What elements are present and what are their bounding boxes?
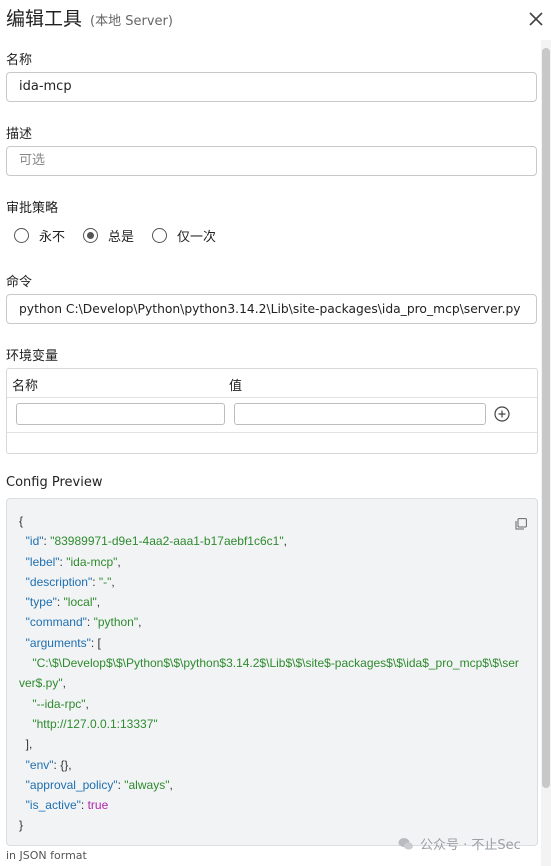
- json-format-note: in JSON format: [6, 849, 87, 862]
- name-label: 名称: [6, 53, 33, 68]
- watermark: 公众号 · 不止Sec: [398, 834, 521, 853]
- env-vars-header: 名称 值: [7, 369, 537, 397]
- wechat-icon: [398, 837, 413, 850]
- env-vars-row: [7, 397, 537, 433]
- radio-once[interactable]: 仅一次: [152, 226, 216, 245]
- radio-never-label: 永不: [39, 230, 66, 245]
- env-value-input[interactable]: [234, 403, 486, 425]
- dialog-header: 编辑工具 (本地 Server): [6, 4, 173, 38]
- env-col-name: 名称: [12, 379, 39, 394]
- watermark-text: 公众号 · 不止Sec: [420, 838, 521, 853]
- dialog-title: 编辑工具: [6, 8, 83, 30]
- plus-circle-icon: [494, 406, 510, 422]
- env-vars-label: 环境变量: [6, 349, 59, 364]
- radio-never[interactable]: 永不: [14, 226, 65, 245]
- radio-always[interactable]: 总是: [83, 226, 134, 245]
- radio-never-circle[interactable]: [14, 228, 29, 243]
- radio-once-circle[interactable]: [152, 228, 168, 243]
- name-input[interactable]: ida-mcp: [6, 72, 537, 102]
- approval-policy-group: 永不 总是 仅一次: [14, 226, 234, 245]
- env-col-value: 值: [229, 379, 243, 394]
- config-preview-label: Config Preview: [6, 475, 103, 490]
- env-name-input[interactable]: [16, 403, 225, 425]
- approval-policy-label: 审批策略: [6, 201, 59, 216]
- description-label: 描述: [6, 127, 33, 142]
- command-input[interactable]: python C:\Develop\Python\python3.14.2\Li…: [6, 294, 537, 324]
- command-label: 命令: [6, 275, 33, 290]
- radio-always-label: 总是: [108, 230, 135, 245]
- radio-once-label: 仅一次: [177, 230, 217, 245]
- add-env-button[interactable]: [494, 406, 510, 422]
- close-button[interactable]: [527, 10, 545, 28]
- scrollbar-thumb[interactable]: [542, 48, 550, 788]
- dialog-subtitle: (本地 Server): [90, 14, 173, 29]
- description-input[interactable]: 可选: [6, 146, 537, 176]
- config-json-code: { "id": "83989971-d9e1-4aa2-aaa1-b17aebf…: [19, 514, 519, 833]
- config-preview-box: { "id": "83989971-d9e1-4aa2-aaa1-b17aebf…: [6, 498, 538, 846]
- env-vars-table: 名称 值: [6, 368, 538, 454]
- close-icon: [529, 12, 543, 26]
- radio-always-circle[interactable]: [83, 228, 99, 243]
